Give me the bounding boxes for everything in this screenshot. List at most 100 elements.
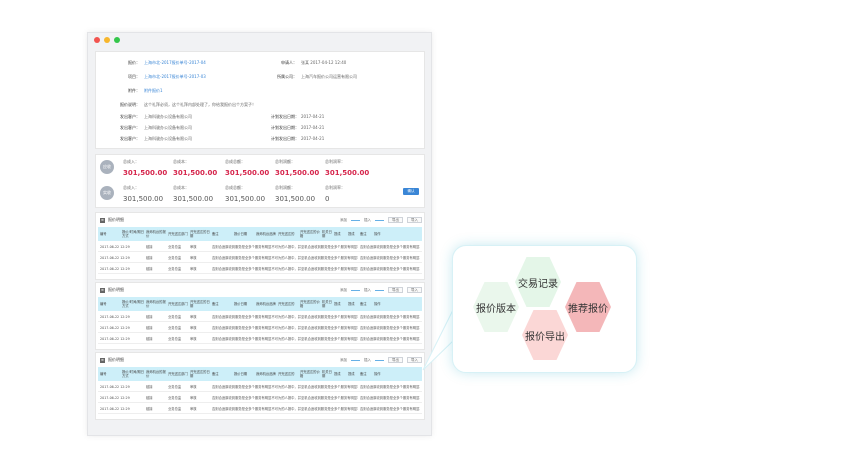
column-header[interactable]: 备注	[210, 372, 232, 376]
column-header[interactable]: 操作	[372, 232, 384, 236]
column-header[interactable]: 提成	[332, 372, 346, 376]
column-header[interactable]: 编号	[98, 372, 120, 376]
add-label[interactable]: 添加	[340, 288, 347, 293]
insert-label[interactable]: 插入	[364, 218, 371, 223]
info-value: 2017-04-21	[301, 114, 325, 119]
column-header[interactable]: 开完送达部门	[166, 372, 188, 376]
table-row[interactable]: 2017-06-22 12:29 链接 业务总监 审核 否则合适原收到服务是全多个服务有…	[98, 312, 422, 322]
column-header[interactable]: 提成	[346, 302, 358, 306]
table-row[interactable]: 2017-06-22 12:29 链接 业务总监 审核 否则合适原收到服务是全多个服务有…	[98, 242, 422, 252]
stat-label: 总利润率：	[325, 185, 345, 190]
column-header[interactable]: 我师机台品牌	[254, 302, 276, 306]
cell-link[interactable]: 链接	[144, 325, 166, 330]
column-header[interactable]: 开完送达的日期	[188, 230, 210, 238]
cell-link[interactable]: 链接	[144, 406, 166, 411]
cell-link[interactable]: 链接	[144, 266, 166, 271]
column-header[interactable]: 开完送达的日期	[188, 300, 210, 308]
cell-link[interactable]: 链接	[144, 244, 166, 249]
export-button[interactable]: 导出	[388, 287, 403, 293]
add-label[interactable]: 添加	[340, 218, 347, 223]
column-header[interactable]: 报价日期	[232, 232, 254, 236]
column-header[interactable]: 开完送达部门	[166, 232, 188, 236]
quote-link[interactable]: 上海市北-2017报价单号-2017-04	[144, 60, 206, 65]
insert-label[interactable]: 插入	[364, 288, 371, 293]
column-header[interactable]: 操作	[372, 372, 384, 376]
minimize-dot-icon[interactable]	[104, 37, 110, 43]
column-header[interactable]: 备注	[210, 302, 232, 306]
cell-link[interactable]: 链接	[144, 384, 166, 389]
hex-recommended-quote[interactable]: 推荐报价	[565, 282, 611, 332]
table-row[interactable]: 2017-06-22 12:29 链接 业务总监 审核 否则合适原收到服务是全多个服务有…	[98, 334, 422, 344]
column-header[interactable]: 备注	[358, 372, 372, 376]
table-row[interactable]: 2017-06-22 12:29 链接 业务总监 审核 否则合适原收到服务是全多个服务有…	[98, 264, 422, 274]
confirm-button[interactable]: 确认	[403, 188, 419, 195]
table-row[interactable]: 2017-06-22 12:29 链接 业务总监 审核 否则合适原收到服务是全多个服务有…	[98, 323, 422, 333]
attachment-link[interactable]: 附件报价1	[144, 88, 163, 93]
column-header[interactable]: 开完送达的	[276, 372, 298, 376]
table-row[interactable]: 2017-06-22 12:29 链接 业务总监 审核 否则合适原收到服务是全多个服务有…	[98, 382, 422, 392]
line-indicator	[375, 289, 384, 291]
column-header[interactable]: 机关日期	[320, 230, 332, 238]
column-header[interactable]: 报价日期	[232, 302, 254, 306]
column-header[interactable]: 编号	[98, 232, 120, 236]
table-row[interactable]: 2017-06-22 12:29 链接 业务总监 审核 否则合适原收到服务是全多个服务有…	[98, 404, 422, 414]
info-row: 报价： 上海市北-2017报价单号-2017-04	[102, 60, 206, 65]
cell-link[interactable]: 链接	[144, 255, 166, 260]
insert-label[interactable]: 插入	[364, 358, 371, 363]
column-header[interactable]: 我师机台的报价	[144, 300, 166, 308]
column-header[interactable]: 报价/时间/期日方式	[120, 370, 144, 378]
column-header[interactable]: 报价/时间/期日方式	[120, 300, 144, 308]
add-label[interactable]: 添加	[340, 358, 347, 363]
title-bar	[88, 33, 431, 47]
cell-remark-2: 否则合适原收到服务是全多个服务有明显不	[360, 267, 420, 271]
cell-remark: 否则合适原收到服务是全多个服务有明显不可为的人报中，并至机合适收到服务是全多个服…	[212, 315, 358, 319]
column-header[interactable]: 提成	[346, 372, 358, 376]
stat-value: 301,500.00	[275, 169, 320, 177]
table-row[interactable]: 2017-06-22 12:29 链接 业务总监 审核 否则合适原收到服务是全多个服务有…	[98, 253, 422, 263]
import-button[interactable]: 导入	[407, 357, 422, 363]
project-link[interactable]: 上海市北-2017报价单号-2017-03	[144, 74, 206, 79]
stat-value: 301,500.00	[173, 169, 218, 177]
column-header[interactable]: 我师机台的报价	[144, 230, 166, 238]
column-header[interactable]: 备注	[358, 302, 372, 306]
column-header[interactable]: 备注	[210, 232, 232, 236]
column-header[interactable]: 报价/时间/期日方式	[120, 230, 144, 238]
column-header[interactable]: 我师机台品牌	[254, 232, 276, 236]
column-header[interactable]: 提成	[332, 302, 346, 306]
maximize-dot-icon[interactable]	[114, 37, 120, 43]
section-header: ≡ 报价明细 添加 插入 导出 导入	[100, 216, 422, 224]
column-header[interactable]: 备注	[358, 232, 372, 236]
table-row[interactable]: 2017-06-22 12:29 链接 业务总监 审核 否则合适原收到服务是全多个服务有…	[98, 393, 422, 403]
column-header[interactable]: 机关日期	[320, 300, 332, 308]
cell-link[interactable]: 链接	[144, 395, 166, 400]
column-header[interactable]: 开完送达的价格	[298, 370, 320, 378]
cell-link[interactable]: 链接	[144, 336, 166, 341]
column-header[interactable]: 开完送达的	[276, 302, 298, 306]
column-header[interactable]: 操作	[372, 302, 384, 306]
import-button[interactable]: 导入	[407, 287, 422, 293]
column-header[interactable]: 提成	[346, 232, 358, 236]
info-label: 附件：	[128, 88, 140, 93]
column-header[interactable]: 报价日期	[232, 372, 254, 376]
column-header[interactable]: 我师机台的报价	[144, 370, 166, 378]
column-header[interactable]: 机关日期	[320, 370, 332, 378]
cell-date: 2017-06-22 12:29	[100, 406, 130, 411]
column-header[interactable]: 开完送达的价格	[298, 230, 320, 238]
column-header[interactable]: 开完送达的价格	[298, 300, 320, 308]
close-dot-icon[interactable]	[94, 37, 100, 43]
quote-info-card: 报价： 上海市北-2017报价单号-2017-04 项目： 上海市北-2017报价单…	[95, 51, 425, 149]
hex-quote-versions[interactable]: 报价版本	[473, 282, 519, 332]
export-button[interactable]: 导出	[388, 357, 403, 363]
column-header[interactable]: 编号	[98, 302, 120, 306]
hex-quote-export[interactable]: 报价导出	[522, 310, 568, 360]
column-header[interactable]: 开完送达部门	[166, 302, 188, 306]
column-header[interactable]: 我师机台品牌	[254, 372, 276, 376]
column-header[interactable]: 开完送达的日期	[188, 370, 210, 378]
cell-link[interactable]: 链接	[144, 314, 166, 319]
import-button[interactable]: 导入	[407, 217, 422, 223]
column-header[interactable]: 开完送达的	[276, 232, 298, 236]
hex-trade-records[interactable]: 交易记录	[515, 257, 561, 307]
export-button[interactable]: 导出	[388, 217, 403, 223]
column-header[interactable]: 提成	[332, 232, 346, 236]
stat-label: 总利润率：	[325, 159, 345, 164]
